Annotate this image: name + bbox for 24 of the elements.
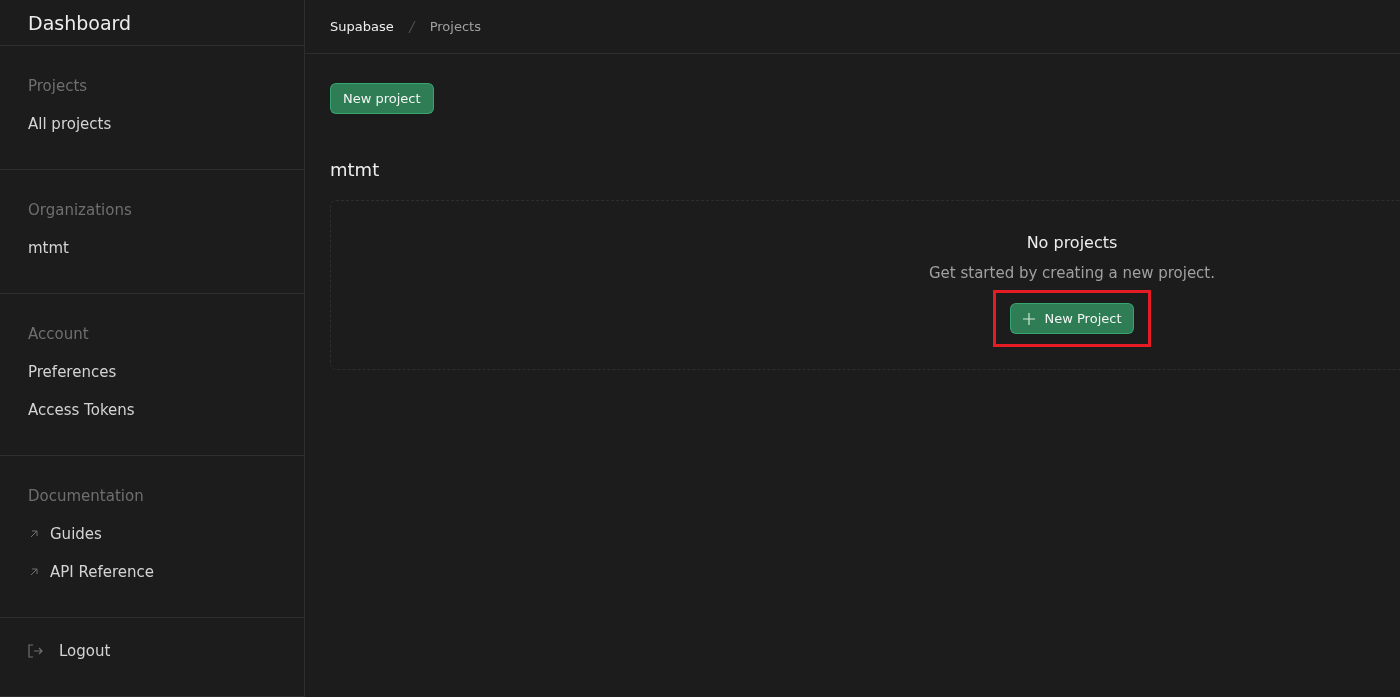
sidebar-link[interactable]: All projects xyxy=(28,113,276,151)
new-project-button[interactable]: New project xyxy=(330,83,434,114)
breadcrumb-link[interactable]: Supabase xyxy=(330,19,394,34)
new-project-button[interactable]: New Project xyxy=(1009,303,1135,334)
external-link-icon xyxy=(28,528,40,540)
sidebar-link[interactable]: API Reference xyxy=(28,561,276,599)
sidebar-link[interactable]: mtmt xyxy=(28,237,276,275)
breadcrumb-link[interactable]: Projects xyxy=(429,19,481,34)
sidebar-link[interactable]: Preferences xyxy=(28,361,276,399)
sidebar-link[interactable]: Access Tokens xyxy=(28,399,276,437)
logout-icon xyxy=(28,644,44,658)
section-heading: Organizations xyxy=(28,200,133,221)
breadcrumb-separator-icon xyxy=(407,19,416,34)
section-heading: Documentation xyxy=(28,486,145,507)
plus-icon xyxy=(1022,312,1035,325)
empty-state-title: No projects xyxy=(1026,233,1118,252)
sidebar-link[interactable]: Guides xyxy=(28,523,276,561)
external-link-icon xyxy=(28,566,40,578)
sidebar-link[interactable]: Logout xyxy=(28,640,276,678)
section-heading: Account xyxy=(28,324,90,345)
empty-state-message: Get started by creating a new project. xyxy=(928,264,1215,282)
organization-name: mtmt xyxy=(330,159,380,180)
sidebar-title: Dashboard xyxy=(28,11,132,34)
section-heading: Projects xyxy=(28,76,89,97)
